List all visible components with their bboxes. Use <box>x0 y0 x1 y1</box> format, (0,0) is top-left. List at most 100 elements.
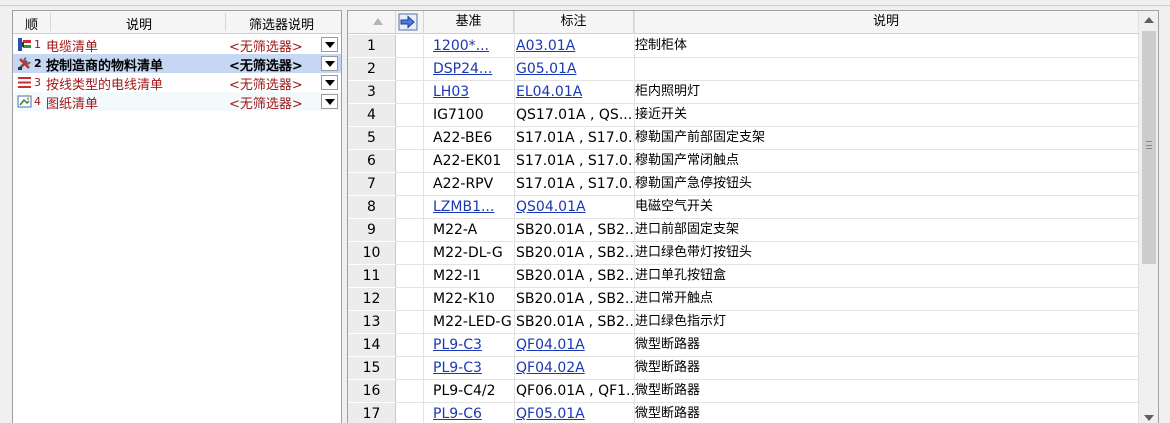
tag-cell[interactable]: G05.01A <box>516 58 634 80</box>
base-cell[interactable]: PL9-C6 <box>433 403 513 423</box>
tag-cell: SB20.01A , SB2... <box>516 314 634 330</box>
header-tag[interactable]: 标注 <box>514 11 634 34</box>
row-marker-cell <box>396 357 424 380</box>
tag-cell[interactable]: QF04.01A <box>516 334 634 356</box>
row-number[interactable]: 14 <box>348 334 396 357</box>
table-row[interactable]: 15 PL9-C3 QF04.02A 微型断路器 <box>348 357 1138 380</box>
wire-list-icon <box>17 75 32 90</box>
description-cell: 微型断路器 <box>635 337 701 352</box>
filter-dropdown-button[interactable] <box>321 37 338 52</box>
tag-cell[interactable]: QF04.02A <box>516 357 634 379</box>
base-cell[interactable]: 1200*... <box>433 35 513 57</box>
table-row[interactable]: 7 A22-RPV S17.01A , S17.0... 穆勒国产急停按钮头 <box>348 173 1138 196</box>
table-row[interactable]: 14 PL9-C3 QF04.01A 微型断路器 <box>348 334 1138 357</box>
report-row-filter: <无筛选器> <box>229 59 303 74</box>
tag-cell: S17.01A , S17.0... <box>516 176 634 192</box>
tag-cell[interactable]: QS04.01A <box>516 196 634 218</box>
header-base[interactable]: 基准 <box>424 11 514 34</box>
row-number[interactable]: 4 <box>348 104 396 127</box>
row-number[interactable]: 1 <box>348 35 396 58</box>
sort-corner[interactable] <box>348 11 396 34</box>
row-number[interactable]: 11 <box>348 265 396 288</box>
row-number[interactable]: 13 <box>348 311 396 334</box>
table-row[interactable]: 5 A22-BE6 S17.01A , S17.0... 穆勒国产前部固定支架 <box>348 127 1138 150</box>
description-cell: 接近开关 <box>635 107 688 122</box>
filter-dropdown-button[interactable] <box>321 75 338 90</box>
description-cell: 微型断路器 <box>635 383 701 398</box>
tag-cell: SB20.01A , SB2... <box>516 291 634 307</box>
report-row-label: 图纸清单 <box>46 97 99 112</box>
report-row[interactable]: 2 按制造商的物料清单 <无筛选器> <box>13 54 341 74</box>
base-cell: IG7100 <box>433 107 484 123</box>
table-row[interactable]: 16 PL9-C4/2 QF06.01A , QF1... 微型断路器 <box>348 380 1138 403</box>
table-row[interactable]: 2 DSP24... G05.01A <box>348 58 1138 81</box>
report-row-filter: <无筛选器> <box>229 78 303 93</box>
description-cell: 穆勒国产急停按钮头 <box>635 176 753 191</box>
report-row-number: 2 <box>34 57 42 70</box>
base-cell: M22-LED-G <box>433 314 512 330</box>
table-row[interactable]: 17 PL9-C6 QF05.01A 微型断路器 <box>348 403 1138 423</box>
report-row-number: 3 <box>34 76 41 89</box>
tools-bom-icon <box>17 56 32 71</box>
description-cell: 柜内照明灯 <box>635 84 701 99</box>
header-order[interactable]: 顺 <box>25 14 38 33</box>
table-row[interactable]: 10 M22-DL-G SB20.01A , SB2... 进口绿色带灯按钮头 <box>348 242 1138 265</box>
report-row[interactable]: 4 图纸清单 <无筛选器> <box>13 92 341 112</box>
row-number[interactable]: 5 <box>348 127 396 150</box>
description-cell: 进口绿色指示灯 <box>635 314 727 329</box>
filter-dropdown-button[interactable] <box>321 94 338 109</box>
table-row[interactable]: 8 LZMB1... QS04.01A 电磁空气开关 <box>348 196 1138 219</box>
row-marker-cell <box>396 81 424 104</box>
scroll-up-icon[interactable] <box>1144 17 1154 23</box>
scroll-down-icon[interactable] <box>1144 415 1154 421</box>
row-number[interactable]: 8 <box>348 196 396 219</box>
description-cell: 进口绿色带灯按钮头 <box>635 245 753 260</box>
table-row[interactable]: 1 1200*... A03.01A 控制柜体 <box>348 35 1138 58</box>
description-cell: 电磁空气开关 <box>635 199 714 214</box>
row-number[interactable]: 17 <box>348 403 396 423</box>
table-row[interactable]: 4 IG7100 QS17.01A , QS... 接近开关 <box>348 104 1138 127</box>
header-description[interactable]: 说明 <box>126 14 152 33</box>
vertical-scrollbar[interactable] <box>1138 11 1158 423</box>
tag-cell: SB20.01A , SB2... <box>516 245 634 261</box>
table-row[interactable]: 9 M22-A SB20.01A , SB2... 进口前部固定支架 <box>348 219 1138 242</box>
base-cell[interactable]: LZMB1... <box>433 196 513 218</box>
tag-cell: SB20.01A , SB2... <box>516 222 634 238</box>
row-number[interactable]: 2 <box>348 58 396 81</box>
row-number[interactable]: 7 <box>348 173 396 196</box>
row-marker-cell <box>396 311 424 334</box>
tag-cell[interactable]: EL04.01A <box>516 81 634 103</box>
filter-dropdown-button[interactable] <box>321 56 338 71</box>
grid-header: 基准 标注 说明 <box>348 11 1138 34</box>
row-marker-cell <box>396 265 424 288</box>
table-row[interactable]: 3 LH03 EL04.01A 柜内照明灯 <box>348 81 1138 104</box>
tag-cell[interactable]: QF05.01A <box>516 403 634 423</box>
row-number[interactable]: 15 <box>348 357 396 380</box>
row-number[interactable]: 12 <box>348 288 396 311</box>
table-row[interactable]: 13 M22-LED-G SB20.01A , SB2... 进口绿色指示灯 <box>348 311 1138 334</box>
grip-icon <box>1146 141 1152 149</box>
table-row[interactable]: 11 M22-I1 SB20.01A , SB2... 进口单孔按钮盒 <box>348 265 1138 288</box>
base-cell[interactable]: PL9-C3 <box>433 334 513 356</box>
row-number[interactable]: 16 <box>348 380 396 403</box>
report-row[interactable]: 1 电缆清单 <无筛选器> <box>13 35 341 55</box>
table-row[interactable]: 12 M22-K10 SB20.01A , SB2... 进口常开触点 <box>348 288 1138 311</box>
row-number[interactable]: 6 <box>348 150 396 173</box>
row-marker-cell <box>396 58 424 81</box>
header-description[interactable]: 说明 <box>634 11 1138 34</box>
row-marker-cell <box>396 288 424 311</box>
jump-column-header[interactable] <box>396 11 424 34</box>
base-cell[interactable]: LH03 <box>433 81 513 103</box>
description-cell: 进口前部固定支架 <box>635 222 740 237</box>
scroll-thumb[interactable] <box>1142 31 1156 264</box>
base-cell[interactable]: DSP24... <box>433 58 513 80</box>
header-filter[interactable]: 筛选器说明 <box>249 14 314 33</box>
row-number[interactable]: 9 <box>348 219 396 242</box>
tag-cell: QS17.01A , QS... <box>516 107 633 123</box>
table-row[interactable]: 6 A22-EK01 S17.01A , S17.0... 穆勒国产常闭触点 <box>348 150 1138 173</box>
row-number[interactable]: 3 <box>348 81 396 104</box>
report-row[interactable]: 3 按线类型的电线清单 <无筛选器> <box>13 73 341 93</box>
row-number[interactable]: 10 <box>348 242 396 265</box>
tag-cell[interactable]: A03.01A <box>516 35 634 57</box>
base-cell[interactable]: PL9-C3 <box>433 357 513 379</box>
